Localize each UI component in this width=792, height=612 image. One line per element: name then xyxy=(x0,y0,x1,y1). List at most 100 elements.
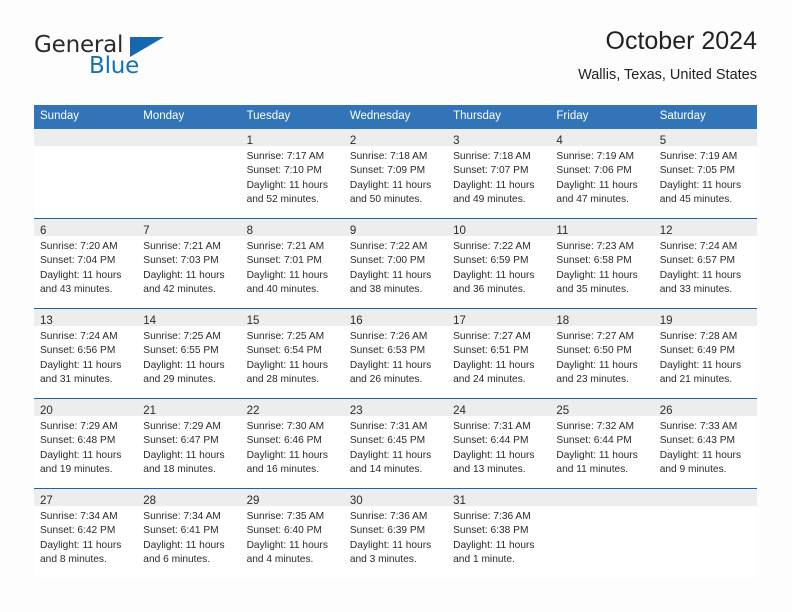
day-number: 30 xyxy=(349,495,363,507)
day-detail-line: and 33 minutes. xyxy=(659,284,733,296)
day-cell[interactable]: 11 Sunrise: 7:23 AM Sunset: 6:58 PM Dayligh… xyxy=(550,219,654,308)
day-number-band: 11 xyxy=(550,219,654,237)
day-cell[interactable]: 19 Sunrise: 7:28 AM Sunset: 6:49 PM Dayligh… xyxy=(653,309,757,398)
day-cell[interactable]: 1 Sunrise: 7:17 AM Sunset: 7:10 PM Daylight… xyxy=(240,129,344,218)
weekday-header-friday: Friday xyxy=(556,110,589,122)
day-detail-line: Sunset: 7:07 PM xyxy=(453,165,529,177)
day-detail-line: Sunset: 7:10 PM xyxy=(246,165,322,177)
day-cell[interactable]: 2 Sunrise: 7:18 AM Sunset: 7:09 PM Daylight… xyxy=(343,129,448,218)
day-cell[interactable]: 4 Sunrise: 7:19 AM Sunset: 7:06 PM Daylight… xyxy=(550,129,654,218)
weekday-header-saturday: Saturday xyxy=(659,110,706,122)
day-detail-line: Daylight: 11 hours xyxy=(143,449,225,461)
day-cell[interactable]: 25 Sunrise: 7:32 AM Sunset: 6:44 PM Dayligh… xyxy=(550,399,654,488)
day-detail-lines: Sunrise: 7:26 AM Sunset: 6:53 PM Daylight:… xyxy=(350,326,447,388)
week-row: 20 Sunrise: 7:29 AM Sunset: 6:48 PM Dayligh… xyxy=(34,398,757,488)
day-detail-lines: Sunrise: 7:28 AM Sunset: 6:49 PM Daylight:… xyxy=(660,326,757,388)
day-cell[interactable]: 16 Sunrise: 7:26 AM Sunset: 6:53 PM Dayligh… xyxy=(343,309,448,398)
day-cell[interactable]: 30 Sunrise: 7:36 AM Sunset: 6:39 PM Dayligh… xyxy=(343,489,448,578)
day-cell[interactable]: 28 Sunrise: 7:34 AM Sunset: 6:41 PM Dayligh… xyxy=(137,489,241,578)
day-cell[interactable]: 10 Sunrise: 7:22 AM Sunset: 6:59 PM Dayligh… xyxy=(447,219,551,308)
day-detail-line: Sunset: 7:00 PM xyxy=(349,255,426,267)
day-cell-empty xyxy=(550,489,654,578)
day-detail-line: Sunrise: 7:24 AM xyxy=(40,331,118,342)
day-detail-line: and 6 minutes. xyxy=(143,554,211,566)
day-number-band: 4 xyxy=(550,129,654,147)
day-cell[interactable]: 3 Sunrise: 7:18 AM Sunset: 7:07 PM Daylight… xyxy=(447,129,551,218)
day-detail-line: Sunrise: 7:26 AM xyxy=(349,331,428,342)
day-cell[interactable]: 22 Sunrise: 7:30 AM Sunset: 6:46 PM Dayligh… xyxy=(240,399,344,488)
day-detail-line: and 1 minute. xyxy=(453,554,515,566)
day-cell[interactable]: 21 Sunrise: 7:29 AM Sunset: 6:47 PM Dayligh… xyxy=(137,399,241,488)
day-detail-line: Sunset: 6:43 PM xyxy=(659,435,736,447)
day-cell[interactable]: 9 Sunrise: 7:22 AM Sunset: 7:00 PM Daylight… xyxy=(343,219,448,308)
day-number-band: 22 xyxy=(240,399,344,417)
day-number-band: 28 xyxy=(137,489,241,507)
day-detail-line: Sunrise: 7:25 AM xyxy=(143,331,221,342)
calendar-weeks: 1 Sunrise: 7:17 AM Sunset: 7:10 PM Daylight… xyxy=(34,129,757,578)
day-detail-line: Sunset: 7:06 PM xyxy=(556,165,632,177)
day-number: 20 xyxy=(40,405,53,417)
day-number-band xyxy=(653,489,757,506)
day-cell[interactable]: 17 Sunrise: 7:27 AM Sunset: 6:51 PM Dayligh… xyxy=(447,309,551,398)
general-blue-logo[interactable]: General Blue xyxy=(34,32,234,88)
day-cell[interactable]: 27 Sunrise: 7:34 AM Sunset: 6:42 PM Dayligh… xyxy=(34,489,138,578)
day-detail-line: Sunrise: 7:29 AM xyxy=(40,421,118,432)
day-cell[interactable]: 14 Sunrise: 7:25 AM Sunset: 6:55 PM Dayligh… xyxy=(137,309,241,398)
day-number: 13 xyxy=(40,315,53,327)
day-cell[interactable]: 29 Sunrise: 7:35 AM Sunset: 6:40 PM Dayligh… xyxy=(240,489,344,578)
day-detail-line: Sunset: 6:38 PM xyxy=(453,525,529,537)
day-cell-empty xyxy=(34,129,138,218)
day-detail-line: and 42 minutes. xyxy=(143,284,216,296)
day-cell[interactable]: 18 Sunrise: 7:27 AM Sunset: 6:50 PM Dayligh… xyxy=(550,309,654,398)
day-detail-line: Daylight: 11 hours xyxy=(40,449,122,461)
day-detail-line: Sunrise: 7:34 AM xyxy=(143,511,221,522)
day-detail-lines xyxy=(40,146,137,150)
day-detail-line: Sunrise: 7:18 AM xyxy=(349,151,428,162)
day-cell[interactable]: 15 Sunrise: 7:25 AM Sunset: 6:54 PM Dayligh… xyxy=(240,309,344,398)
day-detail-line: Daylight: 11 hours xyxy=(246,449,328,461)
day-detail-line: Sunset: 6:50 PM xyxy=(556,345,632,357)
day-number: 16 xyxy=(349,315,363,327)
day-detail-line: Sunrise: 7:22 AM xyxy=(349,241,428,252)
day-detail-line: and 19 minutes. xyxy=(40,464,113,476)
day-number-band: 9 xyxy=(343,219,448,237)
day-detail-line: Daylight: 11 hours xyxy=(246,359,328,371)
day-detail-line: and 29 minutes. xyxy=(143,374,216,386)
day-cell[interactable]: 6 Sunrise: 7:20 AM Sunset: 7:04 PM Daylight… xyxy=(34,219,138,308)
day-detail-lines: Sunrise: 7:29 AM Sunset: 6:47 PM Daylight:… xyxy=(143,416,240,478)
day-cell[interactable]: 7 Sunrise: 7:21 AM Sunset: 7:03 PM Daylight… xyxy=(137,219,241,308)
day-detail-line: and 43 minutes. xyxy=(40,284,113,296)
day-detail-lines: Sunrise: 7:17 AM Sunset: 7:10 PM Daylight:… xyxy=(247,146,344,208)
day-cell[interactable]: 31 Sunrise: 7:36 AM Sunset: 6:38 PM Dayligh… xyxy=(447,489,551,578)
day-detail-lines: Sunrise: 7:36 AM Sunset: 6:38 PM Daylight:… xyxy=(453,506,550,568)
day-cell[interactable]: 5 Sunrise: 7:19 AM Sunset: 7:05 PM Daylight… xyxy=(653,129,757,218)
day-detail-lines: Sunrise: 7:27 AM Sunset: 6:51 PM Daylight:… xyxy=(453,326,550,388)
day-cell[interactable]: 12 Sunrise: 7:24 AM Sunset: 6:57 PM Dayligh… xyxy=(653,219,757,308)
day-detail-lines xyxy=(556,506,653,510)
day-number-band: 1 xyxy=(240,129,344,147)
day-detail-line: Sunrise: 7:17 AM xyxy=(246,151,325,162)
day-detail-line: Sunset: 6:44 PM xyxy=(556,435,632,447)
day-detail-line: Sunrise: 7:27 AM xyxy=(453,331,531,342)
day-detail-lines: Sunrise: 7:31 AM Sunset: 6:45 PM Daylight:… xyxy=(350,416,447,478)
day-number-band: 10 xyxy=(447,219,551,237)
day-cell[interactable]: 13 Sunrise: 7:24 AM Sunset: 6:56 PM Dayligh… xyxy=(34,309,138,398)
day-detail-line: and 38 minutes. xyxy=(349,284,423,296)
day-cell[interactable]: 23 Sunrise: 7:31 AM Sunset: 6:45 PM Dayligh… xyxy=(343,399,448,488)
day-cell[interactable]: 24 Sunrise: 7:31 AM Sunset: 6:44 PM Dayligh… xyxy=(447,399,551,488)
day-number: 28 xyxy=(143,495,157,507)
day-detail-line: Sunrise: 7:21 AM xyxy=(143,241,221,252)
day-cell[interactable]: 26 Sunrise: 7:33 AM Sunset: 6:43 PM Dayligh… xyxy=(653,399,757,488)
day-detail-line: Sunrise: 7:31 AM xyxy=(453,421,531,432)
day-cell[interactable]: 20 Sunrise: 7:29 AM Sunset: 6:48 PM Dayligh… xyxy=(34,399,138,488)
day-detail-line: and 3 minutes. xyxy=(349,554,417,566)
day-detail-line: and 23 minutes. xyxy=(556,374,629,386)
day-number-band: 25 xyxy=(550,399,654,417)
day-cell[interactable]: 8 Sunrise: 7:21 AM Sunset: 7:01 PM Daylight… xyxy=(240,219,344,308)
day-number: 21 xyxy=(143,405,157,417)
day-detail-line: Sunset: 7:01 PM xyxy=(246,255,322,267)
day-detail-line: Sunset: 6:39 PM xyxy=(349,525,426,537)
day-detail-lines: Sunrise: 7:34 AM Sunset: 6:41 PM Daylight:… xyxy=(143,506,240,568)
day-detail-line: Sunrise: 7:32 AM xyxy=(556,421,634,432)
day-detail-line: Daylight: 11 hours xyxy=(453,269,535,281)
